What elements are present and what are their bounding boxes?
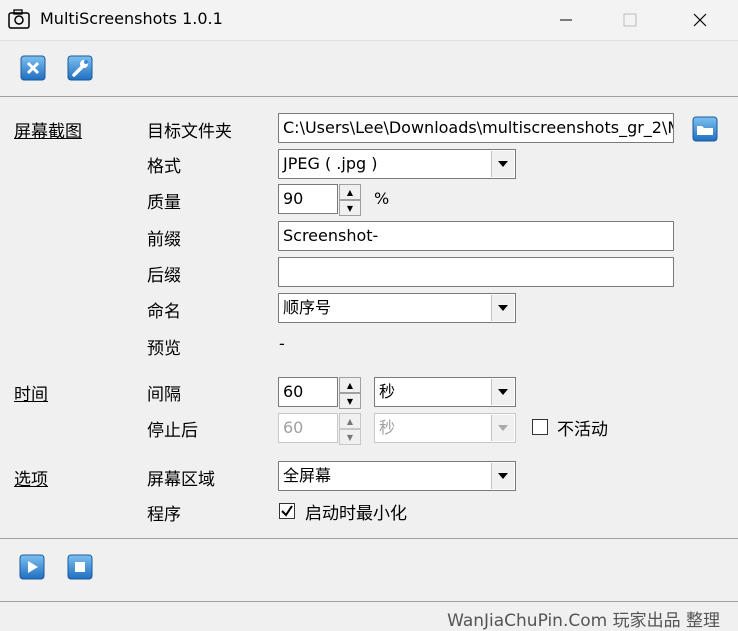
maximize-icon: [623, 13, 637, 27]
chevron-down-icon: [491, 463, 514, 489]
interval-unit-value: 秒: [379, 382, 396, 401]
target-folder-input[interactable]: C:\Users\Lee\Downloads\multiscreenshots_…: [278, 113, 674, 143]
inactive-label: 不活动: [557, 420, 608, 440]
format-label: 格式: [147, 157, 181, 177]
format-select[interactable]: JPEG ( .jpg ): [278, 149, 516, 179]
folder-open-icon[interactable]: [692, 116, 718, 142]
naming-select[interactable]: 顺序号: [278, 293, 516, 323]
section-time-label: 时间: [14, 385, 48, 405]
prefix-label: 前缀: [147, 230, 181, 250]
stop-icon[interactable]: [67, 554, 93, 580]
naming-value: 顺序号: [283, 298, 332, 317]
spin-down-icon[interactable]: ▼: [339, 393, 361, 409]
minimize-icon: [560, 19, 572, 21]
minimize-on-start-label: 启动时最小化: [305, 504, 407, 524]
interval-input[interactable]: 60: [278, 377, 338, 407]
quality-input[interactable]: 90: [278, 184, 338, 214]
wrench-icon[interactable]: [67, 55, 93, 81]
checkmark-icon: [281, 505, 293, 517]
section-screenshot-label: 屏幕截图: [14, 122, 82, 142]
screen-area-select[interactable]: 全屏幕: [278, 461, 516, 491]
title-bar: MultiScreenshots 1.0.1: [0, 0, 738, 41]
spin-up-icon[interactable]: ▲: [339, 413, 361, 429]
naming-label: 命名: [147, 302, 181, 322]
preview-label: 预览: [147, 339, 181, 359]
target-folder-label: 目标文件夹: [147, 122, 232, 142]
chevron-down-icon: [491, 379, 514, 405]
spin-up-icon[interactable]: ▲: [339, 377, 361, 393]
chevron-down-icon: [491, 151, 514, 177]
window-title: MultiScreenshots 1.0.1: [40, 9, 223, 28]
screen-area-label: 屏幕区域: [147, 470, 215, 490]
close-icon: [693, 13, 707, 27]
interval-label: 间隔: [147, 385, 181, 405]
quality-spinner[interactable]: ▲ ▼: [339, 184, 361, 216]
status-text: WanJiaChuPin.Com 玩家出品 整理: [447, 611, 720, 631]
stop-after-label: 停止后: [147, 421, 198, 441]
preview-value: -: [279, 334, 285, 353]
section-options-label: 选项: [14, 470, 48, 490]
play-icon[interactable]: [19, 554, 45, 580]
screen-area-value: 全屏幕: [283, 466, 332, 485]
minimize-on-start-checkbox[interactable]: [279, 503, 295, 519]
stop-after-spinner[interactable]: ▲ ▼: [339, 413, 361, 445]
spin-down-icon[interactable]: ▼: [339, 429, 361, 445]
quality-unit: %: [374, 189, 390, 208]
chevron-down-icon: [491, 295, 514, 321]
inactive-checkbox[interactable]: [532, 419, 548, 435]
program-label: 程序: [147, 505, 181, 525]
clear-icon[interactable]: [20, 55, 46, 81]
interval-unit-select[interactable]: 秒: [374, 377, 516, 407]
status-bar: WanJiaChuPin.Com 玩家出品 整理: [0, 601, 738, 631]
suffix-input[interactable]: [278, 257, 674, 287]
bottom-toolbar: [0, 538, 738, 599]
chevron-down-icon: [491, 415, 514, 441]
format-value: JPEG ( .jpg ): [283, 154, 378, 173]
stop-after-unit-select[interactable]: 秒: [374, 413, 516, 443]
spin-up-icon[interactable]: ▲: [339, 184, 361, 200]
stop-after-unit-value: 秒: [379, 418, 396, 437]
toolbar: [0, 41, 738, 97]
spin-down-icon[interactable]: ▼: [339, 200, 361, 216]
maximize-button[interactable]: [602, 0, 658, 40]
minimize-button[interactable]: [538, 0, 594, 40]
close-button[interactable]: [672, 0, 728, 40]
stop-after-input[interactable]: 60: [278, 413, 338, 443]
quality-label: 质量: [147, 193, 181, 213]
interval-spinner[interactable]: ▲ ▼: [339, 377, 361, 409]
suffix-label: 后缀: [147, 266, 181, 286]
camera-icon: [8, 9, 30, 29]
prefix-input[interactable]: Screenshot-: [278, 221, 674, 251]
